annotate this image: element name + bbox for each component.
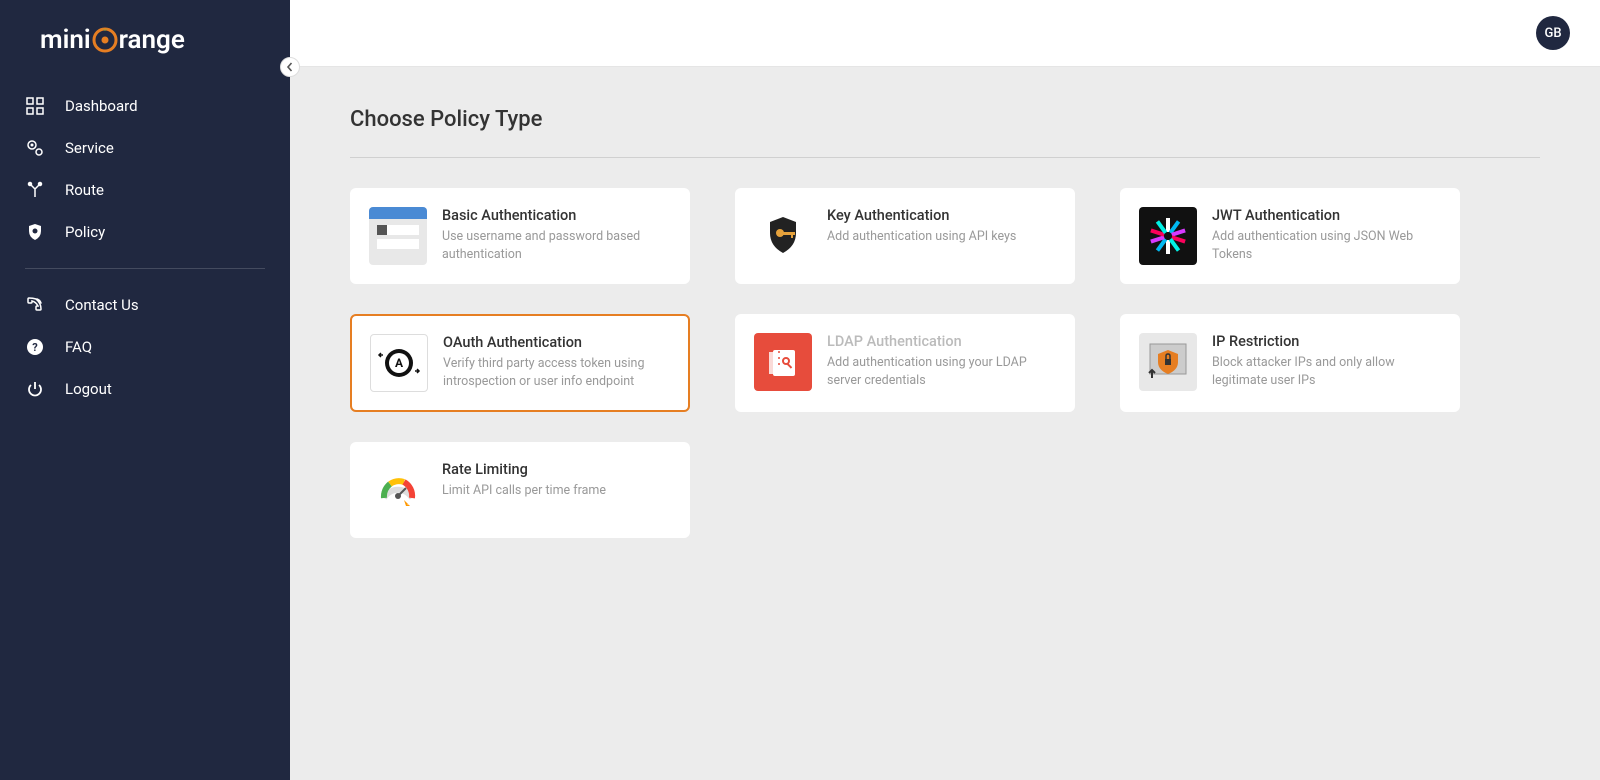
jwt-icon bbox=[1139, 207, 1197, 265]
sidebar-item-label: Contact Us bbox=[65, 296, 139, 314]
dashboard-icon bbox=[20, 97, 50, 115]
rate-limiting-icon: ! bbox=[369, 461, 427, 519]
sidebar-item-service[interactable]: Service bbox=[15, 127, 275, 169]
ip-restriction-icon bbox=[1139, 333, 1197, 391]
policy-card-ip[interactable]: IP Restriction Block attacker IPs and on… bbox=[1120, 314, 1460, 412]
sidebar-item-policy[interactable]: Policy bbox=[15, 211, 275, 253]
sidebar-collapse-button[interactable] bbox=[280, 57, 300, 77]
card-title: Key Authentication bbox=[827, 207, 1016, 224]
policy-card-oauth[interactable]: A OAuth Authentication Verify third part… bbox=[350, 314, 690, 412]
sidebar-item-label: Route bbox=[65, 181, 104, 199]
card-desc: Add authentication using JSON Web Tokens bbox=[1212, 228, 1441, 263]
oauth-icon: A bbox=[370, 334, 428, 392]
user-avatar[interactable]: GB bbox=[1536, 16, 1570, 50]
sidebar-item-logout[interactable]: Logout bbox=[15, 368, 275, 410]
sidebar-item-dashboard[interactable]: Dashboard bbox=[15, 85, 275, 127]
route-icon bbox=[20, 181, 50, 199]
card-title: LDAP Authentication bbox=[827, 333, 1056, 350]
ldap-icon bbox=[754, 333, 812, 391]
sidebar-item-label: FAQ bbox=[65, 338, 92, 356]
sidebar-item-label: Service bbox=[65, 139, 114, 157]
card-desc: Block attacker IPs and only allow legiti… bbox=[1212, 354, 1441, 389]
question-icon: ? bbox=[20, 338, 50, 356]
policy-card-ldap[interactable]: LDAP Authentication Add authentication u… bbox=[735, 314, 1075, 412]
card-desc: Limit API calls per time frame bbox=[442, 482, 606, 500]
policy-grid: Basic Authentication Use username and pa… bbox=[350, 188, 1540, 538]
card-title: OAuth Authentication bbox=[443, 334, 670, 351]
top-bar: GB bbox=[290, 0, 1600, 67]
shield-icon bbox=[20, 223, 50, 241]
sidebar-item-faq[interactable]: ? FAQ bbox=[15, 326, 275, 368]
sidebar-item-label: Logout bbox=[65, 380, 112, 398]
card-title: IP Restriction bbox=[1212, 333, 1441, 350]
avatar-initials: GB bbox=[1544, 26, 1561, 41]
card-title: Rate Limiting bbox=[442, 461, 606, 478]
policy-card-rate[interactable]: ! Rate Limiting Limit API calls per time… bbox=[350, 442, 690, 538]
power-icon bbox=[20, 380, 50, 398]
policy-card-basic[interactable]: Basic Authentication Use username and pa… bbox=[350, 188, 690, 284]
policy-card-jwt[interactable]: JWT Authentication Add authentication us… bbox=[1120, 188, 1460, 284]
svg-text:A: A bbox=[395, 356, 404, 370]
svg-text:!: ! bbox=[407, 499, 409, 507]
key-auth-icon bbox=[754, 207, 812, 265]
nav-divider bbox=[25, 268, 265, 269]
phone-icon bbox=[20, 296, 50, 314]
chevron-left-icon bbox=[285, 62, 295, 72]
card-desc: Add authentication using your LDAP serve… bbox=[827, 354, 1056, 389]
sidebar-item-route[interactable]: Route bbox=[15, 169, 275, 211]
card-title: JWT Authentication bbox=[1212, 207, 1441, 224]
card-desc: Use username and password based authenti… bbox=[442, 228, 671, 263]
card-title: Basic Authentication bbox=[442, 207, 671, 224]
sidebar-item-label: Policy bbox=[65, 223, 105, 241]
gear-icon bbox=[20, 139, 50, 157]
card-desc: Add authentication using API keys bbox=[827, 228, 1016, 246]
sidebar: minirange Dashboard Service Route Policy… bbox=[0, 0, 290, 780]
policy-card-key[interactable]: Key Authentication Add authentication us… bbox=[735, 188, 1075, 284]
basic-auth-icon bbox=[369, 207, 427, 265]
svg-text:?: ? bbox=[32, 341, 38, 354]
brand-logo: minirange bbox=[0, 0, 290, 85]
sidebar-item-label: Dashboard bbox=[65, 97, 138, 115]
sidebar-item-contact[interactable]: Contact Us bbox=[15, 284, 275, 326]
main-content: GB Choose Policy Type Basic Authenticati… bbox=[290, 0, 1600, 780]
page-title: Choose Policy Type bbox=[350, 107, 1540, 158]
card-desc: Verify third party access token using in… bbox=[443, 355, 670, 390]
